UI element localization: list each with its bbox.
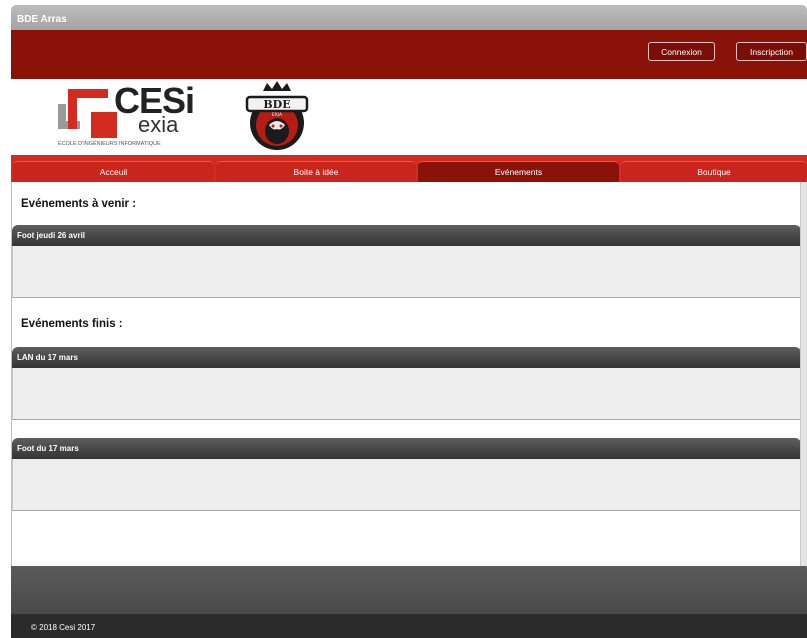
header-bar: Connexion Inscripction bbox=[11, 30, 807, 79]
window-titlebar: BDE Arras bbox=[11, 5, 807, 30]
finished-events-title: Evénements finis : bbox=[21, 318, 123, 330]
footer-panel bbox=[11, 566, 807, 614]
logo-area: CESi exia ÉCOLE D'INGÉNIEURS INFORMATIQU… bbox=[11, 79, 807, 155]
event-card[interactable]: Foot jeudi 26 avril bbox=[12, 225, 801, 298]
vertical-scrollbar[interactable] bbox=[800, 182, 807, 566]
cesi-logo-tagline: ÉCOLE D'INGÉNIEURS INFORMATIQUE bbox=[58, 141, 161, 147]
tab-boutique[interactable]: Boutique bbox=[621, 161, 807, 182]
cesi-logo[interactable]: CESi exia ÉCOLE D'INGÉNIEURS INFORMATIQU… bbox=[56, 83, 216, 153]
register-button[interactable]: Inscripction bbox=[736, 42, 807, 61]
bde-logo-text: BDE bbox=[263, 98, 290, 111]
window-title: BDE Arras bbox=[17, 14, 67, 25]
nav-top-strip bbox=[11, 155, 807, 160]
event-card[interactable]: LAN du 17 mars bbox=[12, 347, 801, 420]
cesi-logo-red-mark bbox=[68, 89, 117, 138]
event-body bbox=[12, 368, 801, 420]
tab-accueil[interactable]: Acceuil bbox=[13, 161, 214, 182]
copyright-text: © 2018 Cesi 2017 bbox=[31, 623, 96, 632]
event-title: Foot jeudi 26 avril bbox=[12, 225, 801, 246]
footer-bar: © 2018 Cesi 2017 bbox=[11, 614, 807, 638]
upcoming-events-title: Evénements à venir : bbox=[21, 198, 137, 210]
event-title: Foot du 17 mars bbox=[12, 438, 801, 459]
event-card[interactable]: Foot du 17 mars bbox=[12, 438, 801, 511]
bde-logo-sub: EXIA bbox=[272, 112, 283, 118]
main-navigation: Acceuil Boite à idée Evénements Boutique bbox=[11, 155, 807, 182]
event-title: LAN du 17 mars bbox=[12, 347, 801, 368]
event-body bbox=[12, 459, 801, 511]
login-button[interactable]: Connexion bbox=[648, 42, 715, 61]
tab-boite-a-idee[interactable]: Boite à idée bbox=[216, 161, 416, 182]
cesi-logo-sub: exia bbox=[138, 112, 179, 137]
bde-exia-logo[interactable]: BDE EXIA bbox=[241, 81, 313, 153]
page-content: Evénements à venir : Foot jeudi 26 avril… bbox=[11, 182, 801, 566]
tab-evenements[interactable]: Evénements bbox=[418, 161, 619, 182]
event-body bbox=[12, 246, 801, 298]
